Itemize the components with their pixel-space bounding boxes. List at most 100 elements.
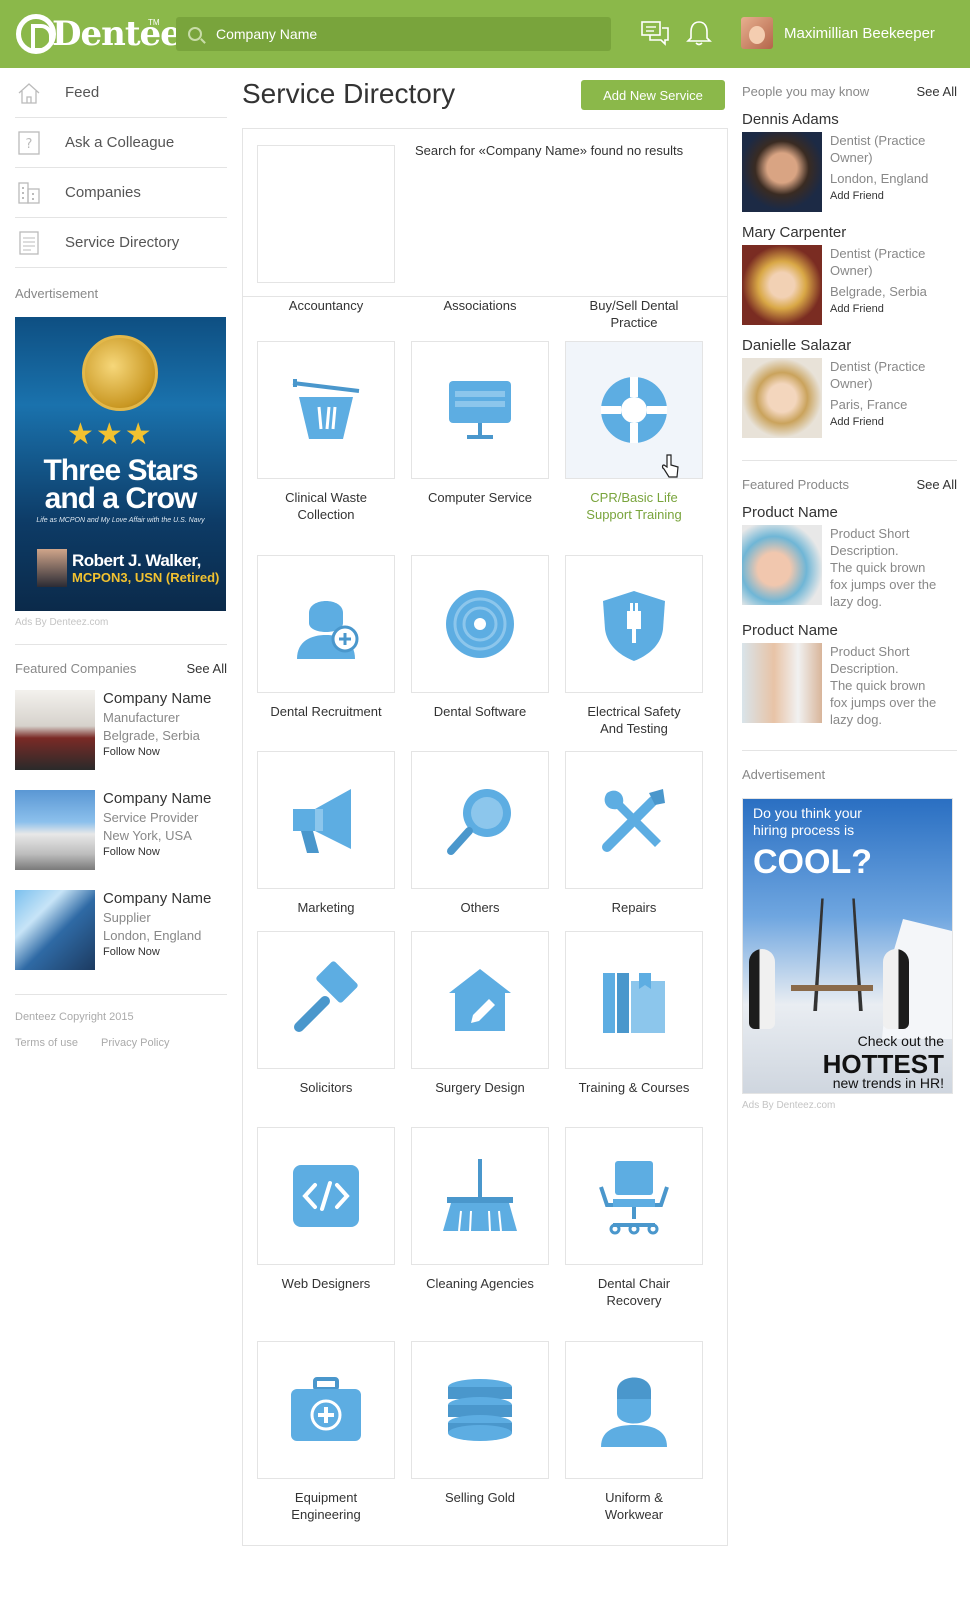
category-tile[interactable] xyxy=(411,751,549,889)
category-label[interactable]: Surgery Design xyxy=(402,1079,558,1096)
stars-rating: ★★★ xyxy=(67,418,154,451)
product-name[interactable]: Product Name xyxy=(742,504,957,521)
ads-by-link[interactable]: Ads By Denteez.com xyxy=(15,617,227,628)
notifications-bell-icon[interactable] xyxy=(685,20,713,46)
add-friend-link[interactable]: Add Friend xyxy=(830,303,927,315)
search-icon xyxy=(188,27,202,41)
messages-icon[interactable] xyxy=(641,20,669,46)
person-photo[interactable] xyxy=(742,358,822,438)
person-photo[interactable] xyxy=(742,245,822,325)
add-friend-link[interactable]: Add Friend xyxy=(830,416,925,428)
user-menu[interactable]: Maximillian Beekeeper xyxy=(741,17,935,49)
person-name[interactable]: Danielle Salazar xyxy=(742,337,957,354)
nav-item-companies[interactable]: Companies xyxy=(15,168,227,218)
category-label[interactable]: Marketing xyxy=(248,899,404,916)
category-tile[interactable] xyxy=(257,931,395,1069)
surgeon-icon xyxy=(601,1377,667,1447)
search-bar[interactable] xyxy=(176,17,611,51)
category-tile[interactable] xyxy=(565,751,703,889)
ad-title: Three Stars and a Crow xyxy=(15,456,226,514)
category-tile[interactable] xyxy=(565,1341,703,1479)
category-label[interactable]: Accountancy xyxy=(248,297,404,314)
category-tile[interactable] xyxy=(411,1127,549,1265)
person-photo[interactable] xyxy=(742,132,822,212)
nav-label: Service Directory xyxy=(65,234,180,251)
category-tile[interactable] xyxy=(411,555,549,693)
category-label[interactable]: Clinical Waste Collection xyxy=(248,489,404,523)
nav-item-service-directory[interactable]: Service Directory xyxy=(15,218,227,268)
category-label[interactable]: Equipment Engineering xyxy=(248,1489,404,1523)
company-name[interactable]: Company Name xyxy=(103,690,211,707)
category-label[interactable]: Uniform & Workwear xyxy=(556,1489,712,1523)
left-sidebar: Feed ? Ask a Colleague Companies Service… xyxy=(15,68,227,1049)
category-tile[interactable] xyxy=(257,1341,395,1479)
book-advertisement[interactable]: ★★★ Three Stars and a Crow Life as MCPON… xyxy=(15,317,226,611)
suggested-person[interactable]: Mary Carpenter Dentist (Practice Owner) … xyxy=(742,224,957,325)
category-tile[interactable] xyxy=(565,931,703,1069)
category-tile[interactable] xyxy=(565,555,703,693)
search-input[interactable] xyxy=(216,26,586,42)
category-label[interactable]: Buy/Sell Dental Practice xyxy=(556,297,712,331)
product-photo[interactable] xyxy=(742,525,822,605)
featured-company[interactable]: Company Name Manufacturer Belgrade, Serb… xyxy=(15,690,227,776)
see-all-products-link[interactable]: See All xyxy=(917,477,957,492)
product-name[interactable]: Product Name xyxy=(742,622,957,639)
nav-item-ask-a-colleague[interactable]: ? Ask a Colleague xyxy=(15,118,227,168)
category-tile[interactable] xyxy=(565,1127,703,1265)
add-new-service-button[interactable]: Add New Service xyxy=(581,80,725,110)
nav-label: Companies xyxy=(65,184,141,201)
category-tile[interactable] xyxy=(257,751,395,889)
category-tile[interactable] xyxy=(411,341,549,479)
category-label[interactable]: Computer Service xyxy=(402,489,558,506)
category-tile[interactable] xyxy=(565,341,703,479)
category-label[interactable]: Solicitors xyxy=(248,1079,404,1096)
featured-product[interactable]: Product Name Product Short Description. … xyxy=(742,622,957,728)
terms-of-use-link[interactable]: Terms of use xyxy=(15,1037,78,1049)
category-label[interactable]: Electrical Safety And Testing xyxy=(556,703,712,737)
featured-company[interactable]: Company Name Supplier London, England Fo… xyxy=(15,890,227,976)
category-label[interactable]: Associations xyxy=(402,297,558,314)
category-label[interactable]: Dental Recruitment xyxy=(248,703,404,720)
nav-item-feed[interactable]: Feed xyxy=(15,68,227,118)
empty-result-thumbnail xyxy=(257,145,395,283)
category-label[interactable]: CPR/Basic Life Support Training xyxy=(556,489,712,523)
see-all-people-link[interactable]: See All xyxy=(917,84,957,99)
person-role-cont: Owner) xyxy=(830,263,873,278)
category-tile[interactable] xyxy=(411,1341,549,1479)
category-tile[interactable] xyxy=(257,1127,395,1265)
suggested-person[interactable]: Danielle Salazar Dentist (Practice Owner… xyxy=(742,337,957,438)
follow-now-link[interactable]: Follow Now xyxy=(103,846,211,858)
person-name[interactable]: Dennis Adams xyxy=(742,111,957,128)
logo-mark-icon xyxy=(16,14,56,54)
privacy-policy-link[interactable]: Privacy Policy xyxy=(101,1037,169,1049)
category-label[interactable]: Dental Chair Recovery xyxy=(556,1275,712,1309)
penguin-image xyxy=(883,949,909,1029)
waste-basket-icon xyxy=(292,379,360,439)
category-label[interactable]: Dental Software xyxy=(402,703,558,720)
person-name[interactable]: Mary Carpenter xyxy=(742,224,957,241)
category-label[interactable]: Web Designers xyxy=(248,1275,404,1292)
category-tile[interactable] xyxy=(257,555,395,693)
suggested-person[interactable]: Dennis Adams Dentist (Practice Owner) Lo… xyxy=(742,111,957,212)
category-tile[interactable] xyxy=(257,341,395,479)
hr-advertisement[interactable]: Do you think your hiring process is COOL… xyxy=(742,798,953,1094)
category-label[interactable]: Others xyxy=(402,899,558,916)
see-all-companies-link[interactable]: See All xyxy=(187,661,227,676)
category-label[interactable]: Selling Gold xyxy=(402,1489,558,1506)
follow-now-link[interactable]: Follow Now xyxy=(103,946,211,958)
add-friend-link[interactable]: Add Friend xyxy=(830,190,928,202)
product-photo[interactable] xyxy=(742,643,822,723)
company-name[interactable]: Company Name xyxy=(103,790,211,807)
ads-by-link[interactable]: Ads By Denteez.com xyxy=(742,1100,957,1111)
featured-company[interactable]: Company Name Service Provider New York, … xyxy=(15,790,227,876)
company-name[interactable]: Company Name xyxy=(103,890,211,907)
denteez-logo[interactable]: Denteez TM xyxy=(16,10,200,58)
person-role: Dentist (Practice xyxy=(830,359,926,374)
category-label[interactable]: Repairs xyxy=(556,899,712,916)
category-tile[interactable] xyxy=(411,931,549,1069)
follow-now-link[interactable]: Follow Now xyxy=(103,746,211,758)
featured-product[interactable]: Product Name Product Short Description. … xyxy=(742,504,957,610)
featured-companies-header: Featured Companies See All xyxy=(15,644,227,676)
category-label[interactable]: Training & Courses xyxy=(556,1079,712,1096)
category-label[interactable]: Cleaning Agencies xyxy=(402,1275,558,1292)
